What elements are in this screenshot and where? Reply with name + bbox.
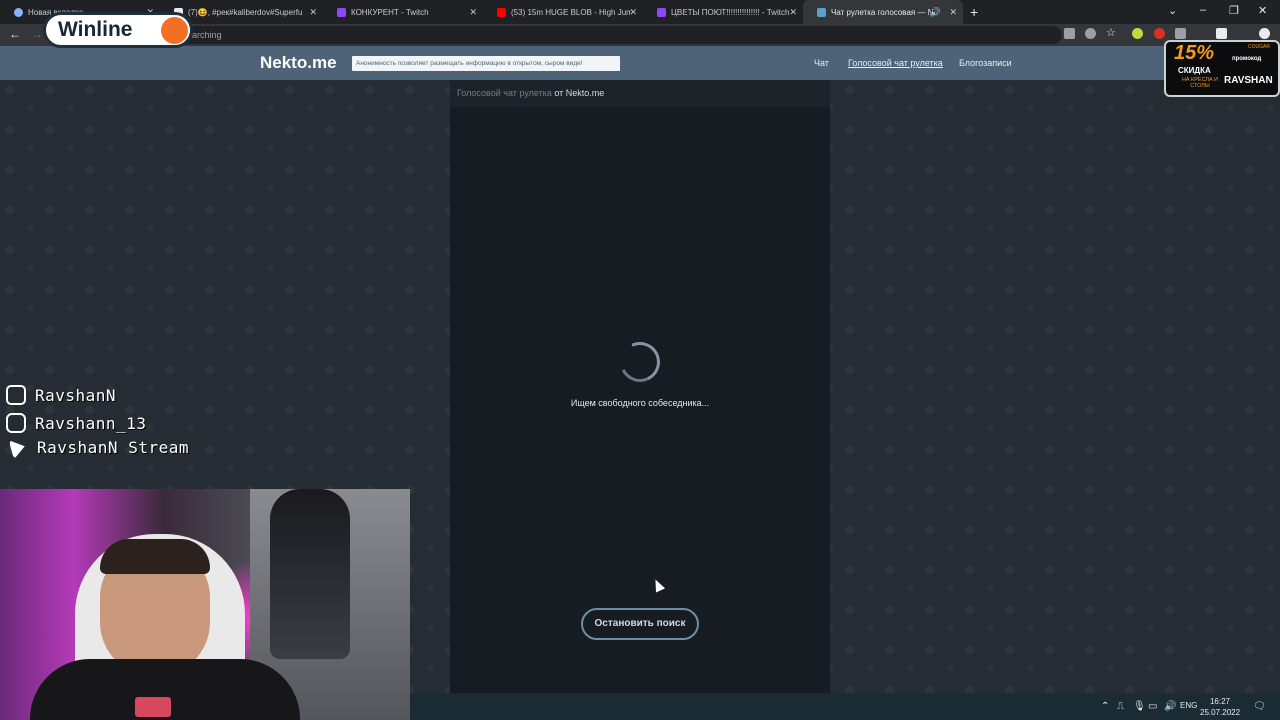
speaker-icon[interactable]: 🔊 [930,7,941,18]
nav-link-blog[interactable]: Блогозаписи [959,58,1012,68]
close-window-icon[interactable]: ✕ [1258,4,1267,17]
chevron-down-icon[interactable]: ⌄ [1168,4,1177,17]
volume-icon[interactable]: 🔊 [1164,701,1176,712]
close-icon[interactable]: ✕ [789,7,797,18]
social-telegram: RavshanN Stream [6,436,189,459]
webcam-feed [0,489,410,720]
winline-logo: Winline [43,12,193,48]
promo-percent: 15% [1174,42,1215,64]
browser-tab-bar: Новая вкладка ✕ (7)😆, #рек#kaliberdov#Su… [0,0,1280,24]
back-icon[interactable]: ← [9,27,21,41]
site-tagline: Анонимность позволяет размещать информац… [352,56,620,71]
site-header: Nekto.me Анонимность позволяет размещать… [0,46,1280,80]
promo-code: RAVSHAN [1224,75,1273,86]
new-tab-button[interactable]: + [970,4,978,20]
webcam-hair [100,539,210,574]
nav-link-voice-roulette[interactable]: Голосовой чат рулетка [848,58,943,68]
clock-time: 16:27 [1209,697,1231,706]
promo-discount: СКИДКА [1178,66,1211,75]
notifications-icon[interactable]: 🗨 [1253,701,1266,712]
tab-title: ЦВЕТЫ ПОЮТ!!!!!!!!!!!!!!! - Twitch [671,7,790,17]
telegram-icon [8,436,28,459]
twitch-icon [657,7,666,17]
twitch-icon [337,7,346,17]
close-icon[interactable]: ✕ [309,7,317,18]
sidebar-icon[interactable] [1216,28,1227,39]
panel-breadcrumb: Голосовой чат рулетка от Nekto.me [450,80,830,107]
social-instagram: Ravshann_13 [6,413,146,433]
puzzle-icon[interactable] [1175,28,1186,39]
promo-subtitle: НА КРЕСЛА И СТОЛЫ [1181,77,1219,89]
tab-2[interactable]: КОНКУРЕНТ - Twitch ✕ [323,0,483,24]
stop-search-button[interactable]: Остановить поиск [581,608,699,640]
breadcrumb-link[interactable]: Голосовой чат рулетка [457,88,552,98]
extension-badge-icon[interactable] [1154,28,1165,39]
webcam-mannequin [270,489,350,659]
loading-spinner-icon [614,336,666,388]
social-handle: RavshanN [35,385,117,405]
tab-5-active[interactable]: Чат рулетка голосовая — N 🔊 ✕ [803,0,963,24]
tab-4[interactable]: ЦВЕТЫ ПОЮТ!!!!!!!!!!!!!!! - Twitch ✕ [643,0,803,24]
nekto-favicon-icon [817,7,826,17]
forward-icon[interactable]: → [31,27,43,41]
tab-3[interactable]: (53) 15m HUGE BLOB - High Jum ✕ [483,0,643,24]
share-icon[interactable] [1085,28,1096,39]
star-icon[interactable]: ☆ [1106,26,1117,39]
camera-icon[interactable] [1064,28,1075,39]
chevron-up-icon[interactable]: ⌃ [1101,701,1109,712]
restore-icon[interactable]: ❐ [1229,4,1239,17]
promo-brand: COUGAR [1248,44,1270,50]
language-indicator[interactable]: ENG [1180,701,1197,710]
social-handle: RavshanN Stream [37,438,189,457]
site-logo[interactable]: Nekto.me [260,53,337,73]
winline-dot-icon [161,17,188,44]
tab-title: (7)😆, #рек#kaliberdov#Superfu [188,7,303,17]
search-status: Ищем свободного собеседника... [570,398,710,408]
winline-text: Winline [58,18,133,41]
tab-title: КОНКУРЕНТ - Twitch [351,7,429,17]
profile-avatar[interactable] [1259,28,1270,39]
voice-chat-panel: Голосовой чат рулетка от Nekto.me Ищем с… [450,80,830,693]
tab-title: Чат рулетка голосовая — N [831,7,934,17]
twitch-icon [6,385,26,405]
chrome-icon [14,7,23,17]
minimize-icon[interactable]: – [1200,4,1206,16]
usb-icon[interactable]: ⎍ [1117,701,1124,712]
nav-link-chat[interactable]: Чат [814,58,829,68]
tab-title: (53) 15m HUGE BLOB - High Jum [511,7,631,17]
extension-icon[interactable] [1132,28,1143,39]
youtube-icon [497,7,506,17]
microphone-icon[interactable]: 🎙 [1133,701,1146,712]
network-icon[interactable]: ▭ [1148,701,1157,712]
url-input[interactable]: arching [52,26,1062,44]
instagram-icon [6,413,26,433]
webcam-shirt-print [135,697,171,717]
promo-banner: 15% COUGAR СКИДКА НА КРЕСЛА И СТОЛЫ пром… [1164,40,1280,97]
system-clock[interactable]: 16:27 25.07.2022 [1200,696,1240,718]
promo-code-label: промокод [1232,56,1262,62]
clock-date: 25.07.2022 [1200,708,1241,717]
social-handle: Ravshann_13 [35,413,147,433]
close-icon[interactable]: ✕ [949,7,957,18]
close-icon[interactable]: ✕ [629,7,637,18]
close-icon[interactable]: ✕ [469,7,477,18]
breadcrumb-suffix: от Nekto.me [554,88,605,98]
screen: Новая вкладка ✕ (7)😆, #рек#kaliberdov#Su… [0,0,1280,720]
social-twitch: RavshanN [6,385,116,405]
